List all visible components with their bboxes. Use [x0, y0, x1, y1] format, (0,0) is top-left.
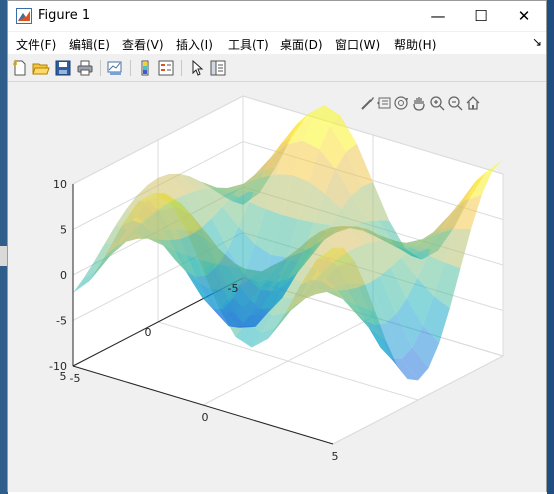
menu-window[interactable]: 窗口(W) [335, 36, 380, 53]
maximize-button[interactable]: ☐ [458, 1, 504, 31]
cursor-icon[interactable] [188, 59, 206, 77]
x-tick-label: 0 [202, 411, 209, 424]
figure-window: Figure 1 — ☐ ✕ 文件(F) 编辑(E) 查看(V) 插入(I) 工… [7, 0, 547, 492]
menu-tools[interactable]: 工具(T) [228, 36, 269, 53]
open-file-icon[interactable] [32, 59, 50, 77]
y-tick-label: 5 [60, 370, 67, 383]
figure-canvas[interactable]: 10 5 0 -5 -10 -5 0 5 5 0 -5 [8, 82, 546, 492]
menu-file[interactable]: 文件(F) [16, 36, 56, 53]
surface-plot-axes[interactable]: 1050-5-10-50550-5 [8, 82, 548, 492]
insert-legend-icon[interactable] [157, 59, 175, 77]
menu-help[interactable]: 帮助(H) [394, 36, 436, 53]
link-plot-icon[interactable] [106, 59, 124, 77]
z-tick-label: -5 [56, 315, 67, 328]
toolbar-separator [130, 60, 131, 76]
menu-insert[interactable]: 插入(I) [176, 36, 213, 53]
title-bar[interactable]: Figure 1 — ☐ ✕ [8, 1, 546, 31]
toolbar-separator [100, 60, 101, 76]
menu-edit[interactable]: 编辑(E) [69, 36, 110, 53]
x-tick-label: -5 [70, 372, 81, 385]
z-tick-label: 10 [53, 178, 67, 191]
close-icon: ✕ [517, 7, 531, 25]
save-icon[interactable] [54, 59, 72, 77]
menu-view[interactable]: 查看(V) [122, 36, 164, 53]
minimize-button[interactable]: — [415, 1, 461, 31]
y-tick-label: 0 [145, 326, 152, 339]
y-tick-label: -5 [228, 282, 239, 295]
figure-toolbar [8, 55, 546, 82]
close-button[interactable]: ✕ [501, 1, 547, 31]
x-tick-label: 5 [332, 450, 339, 463]
property-inspector-icon[interactable] [209, 59, 227, 77]
window-title: Figure 1 [38, 8, 91, 23]
menu-bar: 文件(F) 编辑(E) 查看(V) 插入(I) 工具(T) 桌面(D) 窗口(W… [8, 32, 546, 54]
menu-desktop[interactable]: 桌面(D) [280, 36, 323, 53]
maximize-icon: ☐ [474, 7, 488, 25]
print-icon[interactable] [76, 59, 94, 77]
background-window-edge-right [547, 0, 554, 494]
z-tick-label: 0 [60, 269, 67, 282]
insert-colorbar-icon[interactable] [136, 59, 154, 77]
z-tick-label: 5 [60, 224, 67, 237]
toolbar-separator [181, 60, 182, 76]
menu-overflow-icon[interactable]: ↘ [532, 35, 542, 49]
matlab-icon [16, 8, 32, 24]
new-figure-icon[interactable] [11, 59, 29, 77]
minimize-icon: — [430, 7, 446, 25]
